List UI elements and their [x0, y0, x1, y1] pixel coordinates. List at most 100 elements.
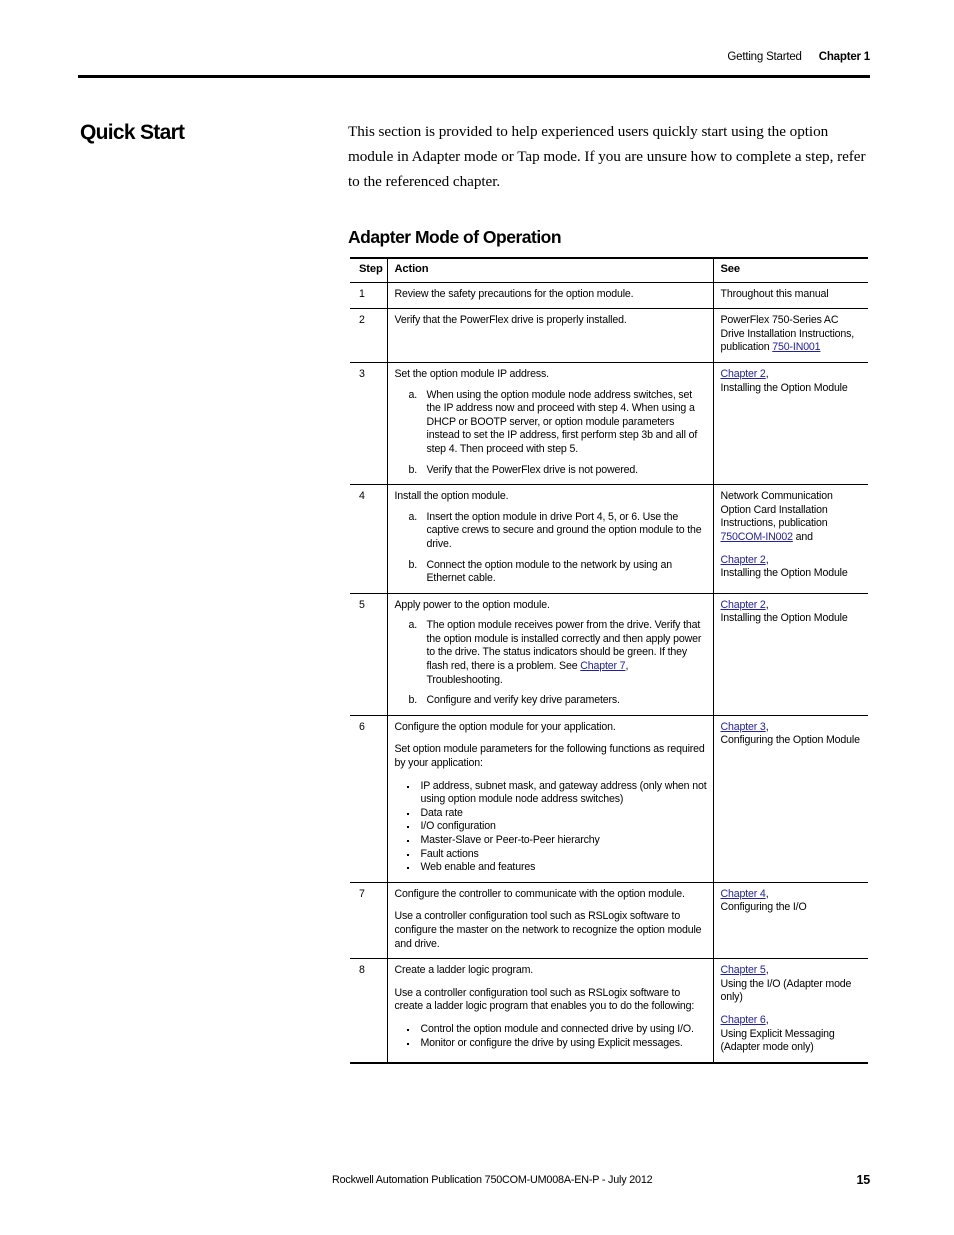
column-header-step: Step [350, 256, 387, 283]
action-secondary-text: Use a controller configuration tool such… [394, 986, 695, 1013]
sub-step-item: a. Insert the option module in drive Port… [395, 511, 707, 552]
see-text-line2: Using the I/O (Adapter mode only) [720, 977, 852, 1004]
see-text-line2: Installing the Option Module [720, 612, 848, 625]
sub-step-label: a. [408, 388, 418, 401]
chapter-link-2[interactable]: Chapter 2 [721, 599, 766, 611]
see-cell: PowerFlex 750-Series AC Drive Installati… [712, 308, 868, 363]
see-text-suffix: , [765, 553, 769, 566]
list-item: Control the option module and connected … [395, 1023, 707, 1037]
sub-step-list: a. Insert the option module in drive Port… [395, 511, 707, 586]
see-text-line2: Installing the Option Module [720, 567, 848, 580]
see-text-suffix: , [765, 964, 769, 977]
see-cell: Chapter 4, Configuring the I/O [712, 881, 868, 959]
chapter-link-7[interactable]: Chapter 7 [580, 660, 625, 672]
see-text-suffix: , [765, 1013, 769, 1026]
list-item: I/O configuration [395, 820, 707, 834]
table-row: 3 Set the option module IP address. a. Wh… [350, 361, 868, 485]
sub-step-item: b. Verify that the PowerFlex drive is not… [395, 464, 707, 478]
chapter-link-4[interactable]: Chapter 4 [721, 888, 766, 900]
table-row: 2 Verify that the PowerFlex drive is pro… [350, 308, 868, 363]
action-cell: Install the option module. a. Insert the … [386, 484, 713, 594]
list-item: Master-Slave or Peer-to-Peer hierarchy [395, 834, 707, 848]
see-text-line2: Configuring the I/O [720, 901, 807, 914]
list-item: Data rate [395, 807, 707, 821]
see-text-line2: Installing the Option Module [720, 381, 848, 394]
sub-step-text: When using the option module node addres… [426, 388, 698, 455]
see-text-suffix: and [792, 530, 813, 543]
quick-start-table: Step Action See 1 Review the safety prec… [350, 256, 868, 1064]
table-row: 6 Configure the option module for your a… [350, 714, 868, 883]
sub-step-item: b. Configure and verify key drive paramet… [395, 694, 707, 708]
action-lead-text: Set the option module IP address. [394, 367, 550, 380]
see-reference-text: Chapter 2, Installing the Option Module [721, 554, 863, 581]
action-cell: Review the safety precautions for the op… [386, 282, 713, 309]
sub-step-label: b. [408, 558, 418, 571]
publication-link-750com-in002[interactable]: 750COM-IN002 [721, 531, 794, 543]
action-lead-text: Review the safety precautions for the op… [394, 287, 634, 300]
action-cell: Set the option module IP address. a. When… [386, 361, 713, 485]
chapter-link-5[interactable]: Chapter 5 [721, 964, 766, 976]
page-number: 15 [856, 1173, 870, 1187]
sub-step-label: a. [408, 619, 418, 632]
see-reference-text: Chapter 4, Configuring the I/O [721, 888, 863, 915]
list-item: IP address, subnet mask, and gateway add… [395, 780, 707, 807]
action-secondary-text: Use a controller configuration tool such… [394, 910, 702, 950]
sub-step-item: b. Connect the option module to the netwo… [395, 559, 707, 586]
table-row: 7 Configure the controller to communicat… [350, 881, 868, 959]
action-lead-text: Apply power to the option module. [394, 598, 550, 611]
step-number: 3 [350, 361, 387, 485]
table-header-row: Step Action See [350, 256, 868, 283]
action-cell: Create a ladder logic program. Use a con… [386, 958, 713, 1064]
action-bullet-list: Control the option module and connected … [395, 1023, 707, 1050]
action-bullet-list: IP address, subnet mask, and gateway add… [395, 780, 707, 875]
subsection-title: Adapter Mode of Operation [348, 226, 562, 247]
header-section-label: Getting Started [727, 51, 802, 63]
step-number: 1 [359, 287, 365, 300]
see-cell: Chapter 2, Installing the Option Module [712, 361, 868, 485]
sub-step-list: a. When using the option module node addr… [395, 389, 707, 478]
see-text-suffix: , [765, 598, 769, 611]
action-lead-text: Verify that the PowerFlex drive is prope… [394, 314, 627, 327]
sub-step-label: b. [408, 694, 418, 707]
action-cell: Configure the controller to communicate … [386, 881, 713, 959]
chapter-link-2[interactable]: Chapter 2 [721, 368, 766, 380]
action-lead-text: Configure the option module for your app… [394, 720, 616, 733]
sub-step-list: a. The option module receives power from … [395, 619, 707, 708]
see-reference-text: Network Communication Option Card Instal… [721, 490, 863, 544]
header-chapter-label: Chapter 1 [818, 51, 870, 63]
column-header-action: Action [386, 256, 713, 283]
see-cell: Chapter 5, Using the I/O (Adapter mode on… [712, 958, 868, 1064]
running-header: Getting Started Chapter 1 [78, 50, 870, 64]
step-number: 6 [350, 714, 387, 883]
see-reference-text: Chapter 2, Installing the Option Module [721, 368, 863, 395]
sub-step-label: b. [408, 463, 418, 476]
chapter-link-3[interactable]: Chapter 3 [721, 721, 766, 733]
sub-step-text: Verify that the PowerFlex drive is not p… [426, 463, 639, 476]
see-cell: Chapter 2, Installing the Option Module [712, 592, 868, 716]
step-number: 2 [350, 308, 387, 363]
see-text-suffix: , [765, 720, 769, 733]
table-row: 1 Review the safety precautions for the … [350, 282, 868, 309]
chapter-link-6[interactable]: Chapter 6 [721, 1014, 766, 1026]
sub-step-text: Configure and verify key drive parameter… [426, 694, 620, 707]
see-text-line2: Configuring the Option Module [720, 734, 860, 747]
publication-link-750-in001[interactable]: 750-IN001 [772, 341, 820, 353]
header-divider-rule [78, 75, 870, 78]
sub-step-label: a. [408, 510, 418, 523]
see-reference-text: Chapter 5, Using the I/O (Adapter mode on… [721, 964, 863, 1005]
see-reference-text: Chapter 3, Configuring the Option Module [721, 721, 863, 748]
intro-paragraph: This section is provided to help experie… [348, 123, 866, 191]
table-row: 8 Create a ladder logic program. Use a c… [350, 958, 868, 1064]
see-text-line2: Using Explicit Messaging (Adapter mode o… [720, 1027, 835, 1054]
step-number: 8 [350, 958, 387, 1064]
page-title: Quick Start [80, 121, 185, 145]
action-cell: Verify that the PowerFlex drive is prope… [386, 308, 713, 363]
sub-step-text: Connect the option module to the network… [426, 558, 673, 585]
see-text-suffix: , [765, 367, 769, 380]
sub-step-item: a. When using the option module node addr… [395, 389, 707, 457]
chapter-link-2[interactable]: Chapter 2 [721, 554, 766, 566]
publication-line: Rockwell Automation Publication 750COM-U… [332, 1174, 653, 1186]
see-cell: Network Communication Option Card Instal… [712, 484, 868, 594]
see-text-prefix: Network Communication Option Card Instal… [720, 490, 833, 530]
page-footer: 15 Rockwell Automation Publication 750CO… [332, 1173, 870, 1187]
